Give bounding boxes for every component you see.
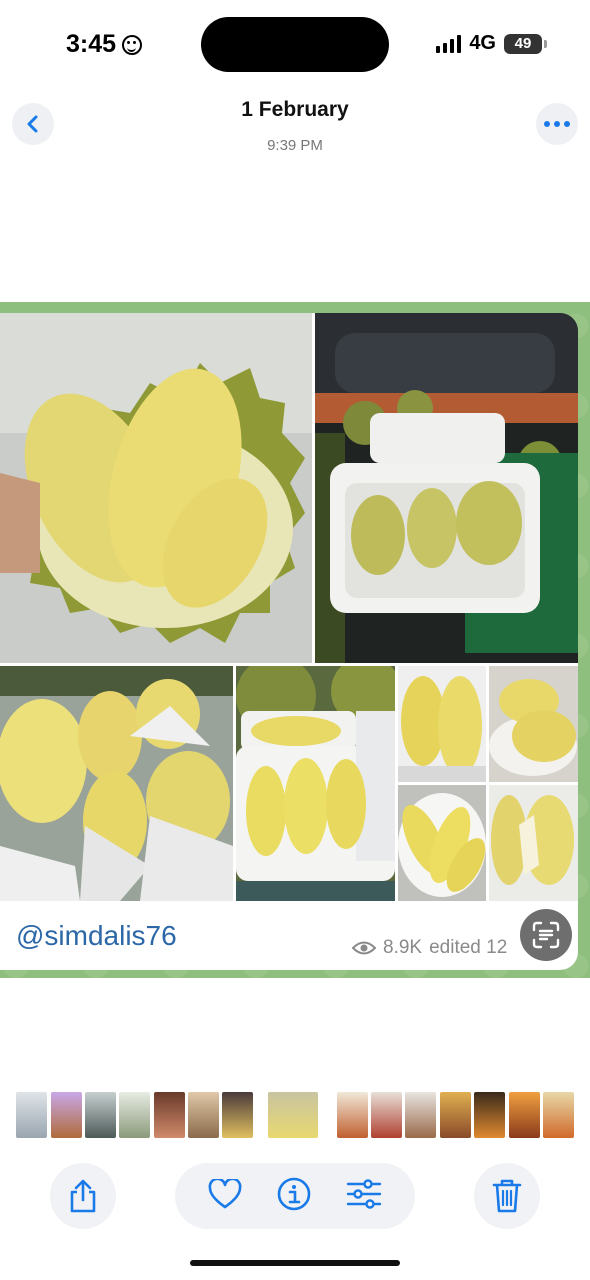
- focus-smiley-icon: [122, 34, 143, 55]
- info-button[interactable]: [277, 1177, 311, 1216]
- thumbnail-strip[interactable]: [0, 1092, 590, 1138]
- adjust-button[interactable]: [346, 1178, 382, 1214]
- thumbnail-current[interactable]: [268, 1092, 318, 1138]
- dynamic-island: [201, 17, 389, 72]
- thumbnail[interactable]: [509, 1092, 540, 1138]
- share-button[interactable]: [50, 1163, 116, 1229]
- photo-durian-pieces-1[interactable]: [398, 666, 486, 782]
- thumbnail[interactable]: [543, 1092, 574, 1138]
- photo-durian-plate[interactable]: [398, 785, 486, 901]
- trash-icon: [492, 1179, 522, 1213]
- info-icon: [277, 1177, 311, 1210]
- favorite-button[interactable]: [208, 1177, 242, 1214]
- heart-icon: [208, 1177, 242, 1208]
- thumbnail[interactable]: [337, 1092, 368, 1138]
- photo-durian-tray[interactable]: [236, 666, 395, 901]
- status-indicators: 4G 49: [436, 32, 547, 55]
- sliders-icon: [346, 1178, 381, 1209]
- signal-bars-icon: [436, 34, 462, 53]
- message-meta: 8.9K edited 12: [352, 937, 507, 959]
- photo-durian-pieces-2[interactable]: [489, 666, 578, 782]
- thumbnail[interactable]: [16, 1092, 47, 1138]
- thumbnail[interactable]: [188, 1092, 219, 1138]
- share-icon: [70, 1179, 96, 1213]
- thumbnail[interactable]: [222, 1092, 253, 1138]
- view-count: 8.9K: [383, 937, 423, 958]
- text-scan-icon: [532, 921, 560, 949]
- photo-durian-box-night[interactable]: [315, 313, 578, 663]
- status-time-text: 3:45: [66, 30, 117, 58]
- thumbnail[interactable]: [440, 1092, 471, 1138]
- edited-label: edited 12: [429, 937, 508, 958]
- page-title: 1 February: [241, 98, 349, 121]
- photo-viewer-screen: 3:45 4G 49 1 February 9:39 PM @simdalis7…: [0, 0, 590, 1280]
- more-button[interactable]: [536, 103, 578, 145]
- network-type: 4G: [469, 32, 496, 54]
- thumbnail[interactable]: [474, 1092, 505, 1138]
- battery-icon: 49: [504, 33, 547, 54]
- author-mention-link[interactable]: @simdalis76: [16, 920, 177, 952]
- thumbnail[interactable]: [405, 1092, 436, 1138]
- ellipsis-icon: [544, 121, 570, 127]
- status-time: 3:45: [66, 30, 143, 59]
- photo-durian-wrapped[interactable]: [0, 666, 233, 901]
- page-subtitle-time: 9:39 PM: [267, 137, 323, 154]
- thumbnail[interactable]: [119, 1092, 150, 1138]
- battery-level: 49: [514, 35, 532, 52]
- eye-icon: [352, 941, 376, 955]
- delete-button[interactable]: [474, 1163, 540, 1229]
- photo-durian-open[interactable]: [0, 313, 312, 663]
- thumbnail[interactable]: [371, 1092, 402, 1138]
- thumbnail[interactable]: [51, 1092, 82, 1138]
- photo-durian-husk[interactable]: [489, 785, 578, 901]
- live-text-scan-button[interactable]: [520, 909, 572, 961]
- thumbnail[interactable]: [154, 1092, 185, 1138]
- action-group: [175, 1163, 415, 1229]
- thumbnail[interactable]: [85, 1092, 116, 1138]
- home-indicator[interactable]: [190, 1260, 400, 1266]
